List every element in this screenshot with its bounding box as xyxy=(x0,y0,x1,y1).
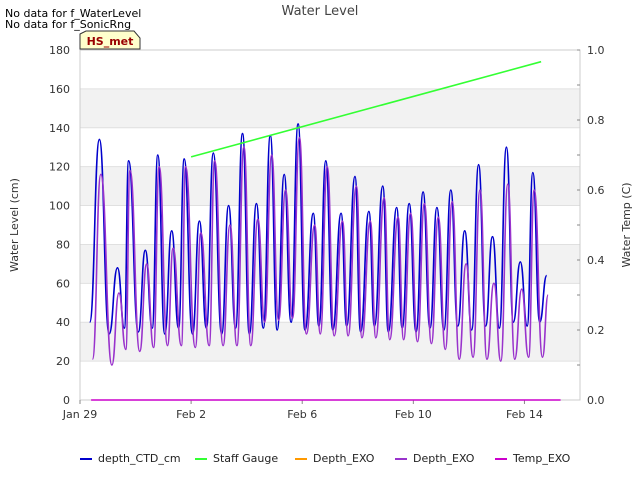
y-tick-label: 120 xyxy=(49,161,70,174)
y2-tick-label: 1.0 xyxy=(587,44,605,57)
y-tick-label: 0 xyxy=(63,394,70,407)
legend-swatch xyxy=(495,457,507,460)
y-tick-label: 20 xyxy=(56,355,70,368)
legend-label: Temp_EXO xyxy=(513,452,571,465)
legend-swatch xyxy=(395,457,407,460)
x-axis: Jan 29 Feb 2 Feb 6 Feb 10 Feb 14 xyxy=(62,400,543,421)
y-tick-label: 40 xyxy=(56,316,70,329)
legend-item: Depth_EXO xyxy=(295,452,374,465)
legend-swatch xyxy=(295,457,307,460)
x-tick-label: Feb 14 xyxy=(506,408,543,421)
legend-item: depth_CTD_cm xyxy=(80,452,181,465)
legend-item: Depth_EXO xyxy=(395,452,474,465)
badge: HS_met xyxy=(79,30,141,50)
y-axis-right: 0.0 0.2 0.4 0.6 0.8 1.0 xyxy=(577,44,605,407)
legend-swatch xyxy=(80,457,92,460)
badge-label: HS_met xyxy=(87,35,134,48)
water-level-chart: Water Level 0 20 40 60 80 100 120 140 160 180 0.0… xyxy=(8,4,633,421)
legend-label: depth_CTD_cm xyxy=(98,452,181,465)
legend-swatch xyxy=(195,457,207,460)
y2-tick-label: 0.4 xyxy=(587,254,605,267)
y2-tick-label: 0.2 xyxy=(587,324,605,337)
legend-item: Staff Gauge xyxy=(195,452,278,465)
x-tick-label: Jan 29 xyxy=(62,408,97,421)
y-tick-label: 60 xyxy=(56,277,70,290)
legend: depth_CTD_cm Staff Gauge Depth_EXO Depth_EX… xyxy=(0,452,640,470)
chart-title: Water Level xyxy=(282,4,359,19)
y2-tick-label: 0.8 xyxy=(587,114,605,127)
y-axis-left: 0 20 40 60 80 100 120 140 160 180 xyxy=(49,44,70,407)
x-tick-label: Feb 10 xyxy=(395,408,432,421)
y-tick-label: 160 xyxy=(49,83,70,96)
y-axis-label: Water Level (cm) xyxy=(8,178,21,272)
y2-tick-label: 0.6 xyxy=(587,184,605,197)
legend-label: Depth_EXO xyxy=(313,452,375,465)
legend-label: Staff Gauge xyxy=(213,452,279,465)
legend-item: Temp_EXO xyxy=(495,452,570,465)
grid-band xyxy=(80,88,580,128)
y2-axis-label: Water Temp (C) xyxy=(620,182,633,267)
x-tick-label: Feb 6 xyxy=(287,408,317,421)
y-tick-label: 180 xyxy=(49,44,70,57)
y-tick-label: 140 xyxy=(49,122,70,135)
legend-label: Depth_EXO xyxy=(413,452,475,465)
y-tick-label: 100 xyxy=(49,200,70,213)
x-tick-label: Feb 2 xyxy=(176,408,206,421)
y-tick-label: 80 xyxy=(56,238,70,251)
y2-tick-label: 0.0 xyxy=(587,394,605,407)
